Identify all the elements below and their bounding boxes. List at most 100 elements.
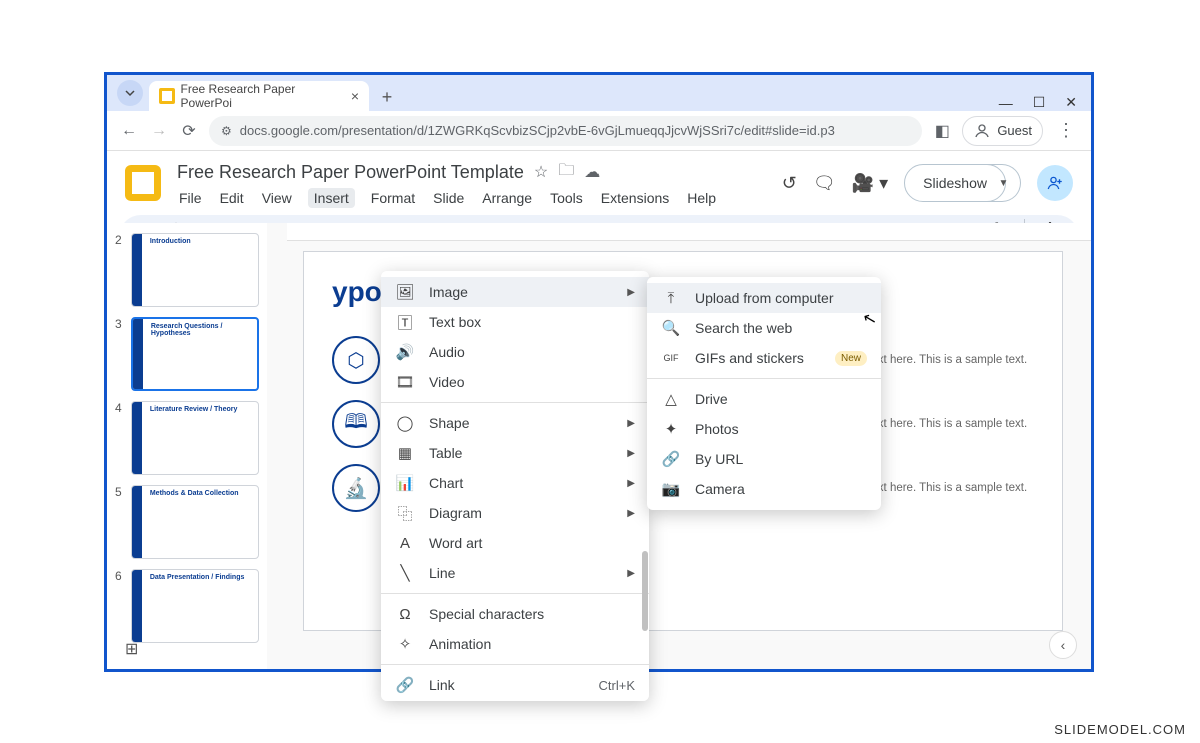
document-title[interactable]: Free Research Paper PowerPoint Template — [177, 162, 524, 183]
tab-title: Free Research Paper PowerPoi — [181, 82, 345, 110]
guest-label: Guest — [997, 123, 1032, 138]
menu-slide[interactable]: Slide — [431, 188, 466, 208]
menu-help[interactable]: Help — [685, 188, 718, 208]
insert-shape[interactable]: ◯Shape▶ — [381, 408, 649, 438]
menu-file[interactable]: File — [177, 188, 204, 208]
close-window-button[interactable]: ✕ — [1065, 94, 1077, 111]
reader-mode-icon[interactable]: ◧ — [932, 121, 952, 141]
insert-audio[interactable]: 🔊Audio — [381, 337, 649, 367]
submenu-arrow-icon: ▶ — [627, 568, 635, 579]
cloud-status-icon[interactable]: ☁ — [584, 162, 600, 182]
image-upload-from-computer[interactable]: ⤒Upload from computer — [647, 283, 881, 313]
star-button[interactable]: ☆ — [534, 162, 548, 182]
thumb-number: 6 — [115, 569, 125, 643]
menu-edit[interactable]: Edit — [218, 188, 246, 208]
menu-extensions[interactable]: Extensions — [599, 188, 671, 208]
by-url-icon: 🔗 — [661, 450, 681, 468]
menu-bar: File Edit View Insert Format Slide Arrange Tool… — [177, 188, 718, 208]
history-button[interactable]: ↺ — [782, 173, 797, 194]
menu-divider — [647, 378, 881, 379]
comments-button[interactable]: 🗨 — [813, 173, 836, 194]
slides-favicon-icon — [159, 88, 175, 104]
submenu-arrow-icon: ▶ — [627, 287, 635, 298]
thumb-number: 5 — [115, 485, 125, 559]
slide-thumbnail[interactable]: Introduction — [131, 233, 259, 307]
thumb-number: 2 — [115, 233, 125, 307]
insert-video[interactable]: 🎞Video — [381, 367, 649, 397]
insert-animation[interactable]: ✧Animation — [381, 629, 649, 659]
insert-comment[interactable]: 🗨CommentCtrl+Alt+M — [381, 700, 649, 701]
menu-format[interactable]: Format — [369, 188, 417, 208]
slideshow-dropdown[interactable]: ▼ — [987, 164, 1021, 202]
image-by-url[interactable]: 🔗By URL — [647, 444, 881, 474]
url-input[interactable]: ⚙ docs.google.com/presentation/d/1ZWGRKq… — [209, 116, 922, 146]
slide-thumbnail[interactable]: Data Presentation / Findings — [131, 569, 259, 643]
grid-view-button[interactable]: ⊞ — [125, 639, 138, 659]
url-text: docs.google.com/presentation/d/1ZWGRKqSc… — [240, 123, 835, 138]
diagram-icon: ⿻ — [395, 503, 415, 524]
browser-window: Free Research Paper PowerPoi × + — ☐ ✕ ←… — [104, 72, 1094, 672]
app-header: Free Research Paper PowerPoint Template … — [107, 151, 1091, 215]
image-gifs-and-stickers[interactable]: GIFGIFs and stickersNew — [647, 343, 881, 373]
tab-search-button[interactable] — [117, 80, 143, 106]
insert-link[interactable]: 🔗LinkCtrl+K — [381, 670, 649, 700]
line-icon: ╲ — [395, 564, 415, 582]
share-button[interactable] — [1037, 165, 1073, 201]
shape-icon: ◯ — [395, 414, 415, 432]
maximize-button[interactable]: ☐ — [1033, 94, 1046, 111]
submenu-arrow-icon: ▶ — [627, 478, 635, 489]
meet-button[interactable]: 🎥 ▾ — [852, 173, 888, 194]
search-the-web-icon: 🔍 — [661, 319, 681, 337]
address-bar: ← → ⟳ ⚙ docs.google.com/presentation/d/1… — [107, 111, 1091, 151]
image-search-the-web[interactable]: 🔍Search the web — [647, 313, 881, 343]
forward-button[interactable]: → — [149, 122, 169, 140]
slides-logo-icon[interactable] — [125, 165, 161, 201]
browser-menu-button[interactable]: ⋮ — [1053, 120, 1079, 141]
back-button[interactable]: ← — [119, 122, 139, 140]
thumbnail-rail[interactable]: 2 Introduction 3 Research Questions / Hy… — [107, 223, 267, 669]
insert-word-art[interactable]: AWord art — [381, 528, 649, 558]
person-add-icon — [1046, 174, 1064, 192]
image-camera[interactable]: 📷Camera — [647, 474, 881, 504]
new-badge: New — [835, 351, 867, 366]
submenu-arrow-icon: ▶ — [627, 508, 635, 519]
insert-menu-dropdown: 🖼Image▶🅃Text box🔊Audio🎞Video ◯Shape▶▦Tabl… — [381, 271, 649, 701]
audio-icon: 🔊 — [395, 343, 415, 361]
insert-chart[interactable]: 📊Chart▶ — [381, 468, 649, 498]
site-settings-icon[interactable]: ⚙ — [221, 124, 232, 138]
profile-guest-chip[interactable]: Guest — [962, 116, 1043, 146]
upload-from-computer-icon: ⤒ — [661, 290, 681, 307]
new-tab-button[interactable]: + — [373, 83, 401, 111]
insert-image[interactable]: 🖼Image▶ — [381, 277, 649, 307]
menu-arrange[interactable]: Arrange — [480, 188, 534, 208]
browser-tab[interactable]: Free Research Paper PowerPoi × — [149, 81, 369, 111]
insert-diagram[interactable]: ⿻Diagram▶ — [381, 498, 649, 528]
insert-line[interactable]: ╲Line▶ — [381, 558, 649, 588]
watermark: SLIDEMODEL.COM — [1054, 722, 1186, 737]
move-button[interactable]: 🗀 — [558, 159, 574, 186]
menu-divider — [381, 402, 649, 403]
submenu-arrow-icon: ▶ — [627, 448, 635, 459]
image-drive[interactable]: △Drive — [647, 384, 881, 414]
ruler — [287, 223, 1091, 241]
reload-button[interactable]: ⟳ — [179, 121, 199, 141]
tab-close-button[interactable]: × — [351, 88, 359, 104]
video-icon: 🎞 — [395, 373, 415, 391]
insert-table[interactable]: ▦Table▶ — [381, 438, 649, 468]
menu-view[interactable]: View — [260, 188, 294, 208]
slide-thumbnail[interactable]: Literature Review / Theory — [131, 401, 259, 475]
insert-special-characters[interactable]: ΩSpecial characters — [381, 599, 649, 629]
photos-icon: ✦ — [661, 420, 681, 438]
window-controls: — ☐ ✕ — [999, 94, 1091, 111]
chart-icon: 📊 — [395, 474, 415, 492]
menu-tools[interactable]: Tools — [548, 188, 585, 208]
minimize-button[interactable]: — — [999, 95, 1013, 111]
thumb-number: 3 — [115, 317, 125, 391]
insert-text-box[interactable]: 🅃Text box — [381, 307, 649, 337]
image-submenu: ⤒Upload from computer🔍Search the webGIFG… — [647, 277, 881, 510]
explore-button[interactable]: ‹ — [1049, 631, 1077, 659]
slide-thumbnail[interactable]: Methods & Data Collection — [131, 485, 259, 559]
slide-thumbnail[interactable]: Research Questions / Hypotheses — [131, 317, 259, 391]
menu-insert[interactable]: Insert — [308, 188, 355, 208]
image-photos[interactable]: ✦Photos — [647, 414, 881, 444]
